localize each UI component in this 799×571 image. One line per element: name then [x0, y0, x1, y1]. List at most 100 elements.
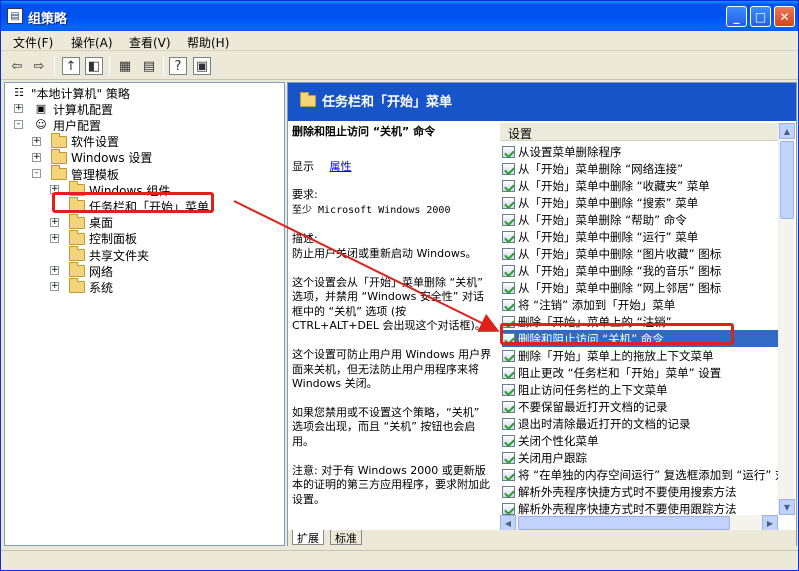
description-paragraph-3: 如果您禁用或不设置这个策略，“关机” 选项会出现，而且 “关机” 按钮也会启用。 — [292, 405, 480, 448]
settings-column-header[interactable]: 设置 — [500, 123, 778, 141]
setting-row[interactable]: 退出时清除最近打开的文档的记录 — [502, 415, 778, 432]
toolbar-separator — [109, 56, 110, 76]
policy-setting-icon — [502, 264, 515, 277]
tree-item[interactable]: - 管理模板 — [32, 165, 119, 182]
back-arrow-icon[interactable]: ⇦ — [7, 56, 27, 76]
tree-item[interactable]: + 软件设置 — [32, 132, 119, 150]
collapse-icon[interactable]: - — [14, 120, 23, 130]
tree-pane: ☷ "本地计算机" 策略 + ▣ 计算机配置 - ☺ 用户配置 + 软件设置 + Windows 设置… — [4, 82, 285, 546]
expand-icon[interactable]: + — [32, 152, 41, 162]
expand-icon[interactable]: + — [50, 217, 59, 227]
setting-row[interactable]: 不要保留最近打开文档的记录 — [502, 398, 778, 415]
menu-action[interactable]: 操作(A) — [71, 34, 113, 51]
highlight-box-setting — [500, 323, 734, 345]
horizontal-scrollbar[interactable]: ◀ ▶ — [500, 515, 778, 531]
minimize-button[interactable]: _ — [726, 6, 747, 27]
scroll-up-icon[interactable]: ▲ — [779, 123, 795, 139]
setting-label: 关闭个性化菜单 — [518, 433, 599, 448]
scroll-left-icon[interactable]: ◀ — [500, 515, 516, 531]
setting-label: 从「开始」菜单中删除 “搜索” 菜单 — [518, 195, 699, 210]
description-paragraph-1: 这个设置会从「开始」菜单删除 “关机” 选项，并禁用 “Windows 安全性”… — [292, 275, 486, 333]
close-button[interactable]: ✕ — [774, 6, 795, 27]
export-list-icon[interactable]: ▤ — [139, 56, 159, 76]
properties-icon[interactable]: ▦ — [115, 56, 135, 76]
scroll-right-icon[interactable]: ▶ — [762, 515, 778, 531]
tree-item-label: 桌面 — [89, 216, 114, 231]
title-bar[interactable]: ▤ 组策略 _ □ ✕ — [1, 1, 798, 31]
setting-label: 阻止更改 “任务栏和「开始」菜单” 设置 — [518, 365, 722, 380]
console-icon[interactable]: ▣ — [193, 57, 211, 75]
setting-row[interactable]: 从「开始」菜单删除 “网络连接” — [502, 160, 778, 177]
tree-item[interactable]: + 网络 — [50, 262, 113, 279]
tree-item-label: 控制面板 — [89, 232, 138, 247]
tree-item[interactable]: + ▣ 计算机配置 — [14, 101, 113, 117]
menu-file[interactable]: 文件(F) — [13, 34, 53, 51]
menu-view[interactable]: 查看(V) — [129, 34, 171, 51]
tree-item[interactable]: ☷ "本地计算机" 策略 — [11, 85, 130, 101]
expand-icon[interactable]: + — [50, 233, 59, 243]
description-label: 描述: — [292, 232, 318, 246]
horizontal-scroll-thumb[interactable] — [518, 516, 730, 530]
view-tabs: 扩展 标准 — [288, 530, 796, 546]
description: 描述: 防止用户关闭或重新启动 Windows。 — [292, 232, 492, 261]
setting-row[interactable]: 从「开始」菜单中删除 “网上邻居” 图标 — [502, 279, 778, 296]
maximize-button[interactable]: □ — [750, 6, 771, 27]
policy-setting-icon — [502, 247, 515, 260]
expand-icon[interactable]: + — [50, 266, 59, 276]
help-icon[interactable]: ? — [169, 57, 187, 75]
setting-row[interactable]: 关闭用户跟踪 — [502, 449, 778, 466]
setting-row[interactable]: 关闭个性化菜单 — [502, 432, 778, 449]
show-label: 显示 — [292, 159, 314, 173]
setting-row[interactable]: 从「开始」菜单中删除 “收藏夹” 菜单 — [502, 177, 778, 194]
properties-link[interactable]: 属性 — [330, 160, 352, 173]
setting-label: 从「开始」菜单中删除 “图片收藏” 图标 — [518, 246, 722, 261]
setting-row[interactable]: 从「开始」菜单删除 “帮助” 命令 — [502, 211, 778, 228]
vertical-scrollbar[interactable]: ▲ ▼ — [778, 123, 795, 515]
setting-label: 阻止访问任务栏的上下文菜单 — [518, 382, 668, 397]
menu-bar: 文件(F) 操作(A) 查看(V) 帮助(H) — [1, 31, 798, 51]
expand-icon[interactable]: + — [32, 136, 41, 146]
folder-icon — [69, 262, 85, 278]
setting-row[interactable]: 阻止更改 “任务栏和「开始」菜单” 设置 — [502, 364, 778, 381]
tab-standard[interactable]: 标准 — [330, 530, 362, 545]
setting-label: 从「开始」菜单中删除 “网上邻居” 图标 — [518, 280, 722, 295]
setting-row[interactable]: 从「开始」菜单中删除 “运行” 菜单 — [502, 228, 778, 245]
policy-setting-icon — [502, 434, 515, 447]
setting-row[interactable]: 将 “注销” 添加到「开始」菜单 — [502, 296, 778, 313]
tab-extended[interactable]: 扩展 — [292, 530, 324, 545]
scroll-thumb[interactable] — [780, 141, 794, 219]
tree-item[interactable]: + 桌面 — [50, 213, 114, 231]
tree-item[interactable]: + Windows 设置 — [32, 148, 152, 166]
tree-item[interactable]: + 控制面板 — [50, 229, 138, 247]
collapse-icon[interactable]: - — [32, 169, 41, 178]
tree-item[interactable]: + 系统 — [50, 278, 114, 295]
setting-row[interactable]: 阻止访问任务栏的上下文菜单 — [502, 381, 778, 398]
policy-title: 删除和阻止访问 “关机” 命令 — [292, 125, 436, 138]
setting-row[interactable]: 从「开始」菜单中删除 “搜索” 菜单 — [502, 194, 778, 211]
toolbar-separator — [163, 56, 164, 76]
scroll-down-icon[interactable]: ▼ — [779, 499, 795, 515]
up-folder-icon[interactable]: ↑ — [62, 57, 80, 75]
tree-item-label: 系统 — [89, 280, 114, 295]
setting-row[interactable]: 从「开始」菜单中删除 “我的音乐” 图标 — [502, 262, 778, 279]
setting-row[interactable]: 从「开始」菜单中删除 “图片收藏” 图标 — [502, 245, 778, 262]
show-tree-icon[interactable]: ◧ — [85, 57, 103, 75]
setting-row[interactable]: 删除「开始」菜单上的拖放上下文菜单 — [502, 347, 778, 364]
expand-icon[interactable]: + — [50, 282, 59, 292]
menu-help[interactable]: 帮助(H) — [187, 34, 229, 51]
setting-row[interactable]: 解析外壳程序快捷方式时不要使用搜索方法 — [502, 483, 778, 500]
policy-setting-icon — [502, 451, 515, 464]
policy-setting-icon — [502, 179, 515, 192]
expand-icon[interactable]: + — [14, 104, 23, 114]
setting-row[interactable]: 将 “在单独的内存空间运行” 复选框添加到 “运行” 对话框 — [502, 466, 778, 483]
forward-arrow-icon[interactable]: ⇨ — [29, 56, 49, 76]
description-paragraph-2: 这个设置可防止用户用 Windows 用户界面来关机，但无法防止用户用程序来将 … — [292, 347, 492, 391]
setting-row[interactable]: 解析外壳程序快捷方式时不要使用跟踪方法 — [502, 500, 778, 517]
tree-item[interactable]: 共享文件夹 — [69, 246, 149, 263]
folder-icon — [51, 165, 67, 180]
policy-setting-icon — [502, 281, 515, 294]
setting-row[interactable]: 从设置菜单删除程序 — [502, 143, 778, 160]
folder-icon — [69, 213, 85, 229]
group-policy-window: ▤ 组策略 _ □ ✕ 文件(F) 操作(A) 查看(V) 帮助(H) ⇦ ⇨ … — [0, 0, 799, 571]
tree-item[interactable]: - ☺ 用户配置 — [14, 117, 101, 133]
